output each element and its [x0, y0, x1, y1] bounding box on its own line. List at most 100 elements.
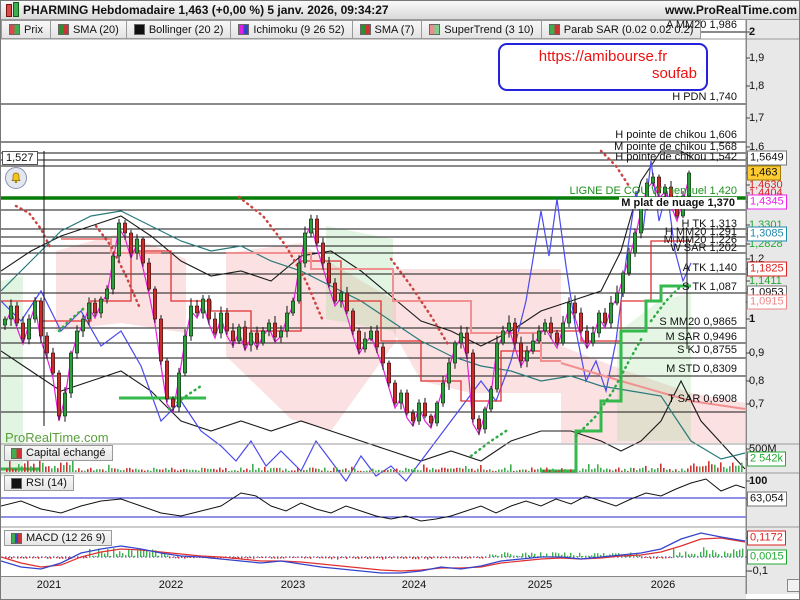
volume-bar [237, 470, 239, 472]
volume-bar [123, 469, 125, 472]
volume-bar [423, 464, 425, 472]
volume-bar [369, 470, 371, 472]
macd-hist-bar [241, 557, 243, 559]
volume-bar [39, 459, 41, 472]
volume-bar [435, 469, 437, 472]
candle-body [81, 318, 85, 332]
macd-hist-bar [742, 548, 744, 557]
volume-bar [366, 470, 368, 472]
chart-level-label: S TK 1,087 [682, 281, 737, 293]
volume-bar [333, 467, 335, 472]
macd-hist-bar [682, 555, 684, 557]
volume-bar [45, 466, 47, 472]
candle-body [129, 232, 133, 254]
annotation-box[interactable]: https://amibourse.fr soufab [498, 43, 708, 91]
macd-hist-bar [44, 557, 46, 558]
candle-body [597, 312, 601, 334]
volume-bar [414, 467, 416, 472]
axis-corner-icon[interactable] [787, 579, 799, 592]
macd-hist-bar [187, 557, 189, 558]
legend-item-2[interactable]: Bollinger (20 2) [126, 20, 232, 39]
macd-hist-bar [431, 557, 433, 559]
macd-hist-bar [298, 557, 300, 558]
rsi-legend-chip[interactable]: RSI (14) [4, 475, 74, 491]
volume-bar [87, 469, 89, 472]
legend-item-3[interactable]: Ichimoku (9 26 52) [231, 20, 353, 39]
volume-bar [9, 461, 11, 472]
axis-tick-label: 0,7 [749, 398, 765, 410]
volume-bar [504, 467, 506, 472]
macd-hist-bar [673, 549, 675, 557]
macd-hist-bar [158, 555, 160, 557]
candle-body [345, 292, 349, 312]
macd-hist-bar [20, 557, 22, 559]
axis-tick-label: 2 [749, 26, 756, 38]
volume-bar [408, 468, 410, 472]
macd-hist-bar [310, 557, 312, 559]
alarm-bell-icon[interactable] [5, 167, 27, 189]
prorealtime-link[interactable]: www.ProRealTime.com [665, 3, 797, 17]
volume-bar [615, 469, 617, 472]
volume-bar [177, 470, 179, 472]
volume-bar [627, 470, 629, 472]
macd-hist-bar [316, 557, 318, 558]
candle-body [267, 322, 271, 332]
candle-body [543, 322, 547, 332]
parabolic-sar-dots [469, 427, 511, 458]
volume-bar [51, 468, 53, 472]
candle-body [615, 292, 619, 304]
volume-legend-chip[interactable]: Capital échangé [4, 445, 113, 461]
legend-color-icon [57, 24, 69, 35]
volume-bar [219, 467, 221, 472]
volume-bar [93, 470, 95, 472]
volume-bar [723, 466, 725, 472]
macd-hist-bar [516, 555, 518, 557]
macd-hist-bar [169, 557, 171, 559]
macd-hist-bar [567, 555, 569, 557]
candle-body [423, 402, 427, 417]
macd-hist-bar [476, 557, 478, 559]
candle-body [57, 372, 61, 417]
volume-bar [354, 468, 356, 472]
candle-body [213, 318, 217, 334]
candle-body [9, 305, 13, 320]
indicator-legend-bar: Prix SMA (20) Bollinger (20 2) Ichimoku (9 … [1, 20, 702, 39]
macd-hist-bar [633, 556, 635, 557]
watermark: ProRealTime.com [5, 430, 109, 445]
macd-hist-bar [507, 552, 509, 557]
volume-bar [699, 466, 701, 472]
legend-item-5[interactable]: SuperTrend (3 10) [422, 20, 542, 39]
macd-hist-bar [382, 557, 384, 560]
macd-hist-bar [83, 557, 85, 559]
legend-item-1[interactable]: SMA (20) [50, 20, 127, 39]
volume-bar [321, 470, 323, 472]
volume-bar [264, 466, 266, 472]
volume-bar [702, 466, 704, 472]
macd-hist-bar [8, 557, 10, 559]
candle-body [441, 382, 445, 404]
volume-bar [393, 470, 395, 472]
left-price-tag: 1,527 [2, 151, 38, 165]
macd-hist-bar [373, 557, 375, 559]
volume-bar [252, 463, 254, 472]
macd-hist-bar [403, 557, 405, 559]
candle-body [153, 288, 157, 320]
macd-legend-chip[interactable]: MACD (12 26 9) [4, 530, 113, 546]
candle-body [375, 330, 379, 348]
legend-item-0[interactable]: Prix [1, 20, 51, 39]
volume-bar [291, 470, 293, 472]
legend-item-4[interactable]: SMA (7) [352, 20, 423, 39]
candle-body [273, 322, 277, 338]
macd-hist-bar [700, 551, 702, 557]
volume-bar [597, 464, 599, 472]
volume-bar [249, 470, 251, 472]
volume-bar [63, 465, 65, 472]
macd-hist-bar [415, 557, 417, 560]
axis-value-box: 1,463 [747, 165, 781, 181]
volume-bar [735, 465, 737, 472]
macd-hist-bar [295, 557, 297, 558]
candle-body [219, 312, 223, 334]
macd-hist-bar [424, 557, 426, 559]
volume-bar [492, 470, 494, 472]
volume-bar [6, 468, 8, 472]
